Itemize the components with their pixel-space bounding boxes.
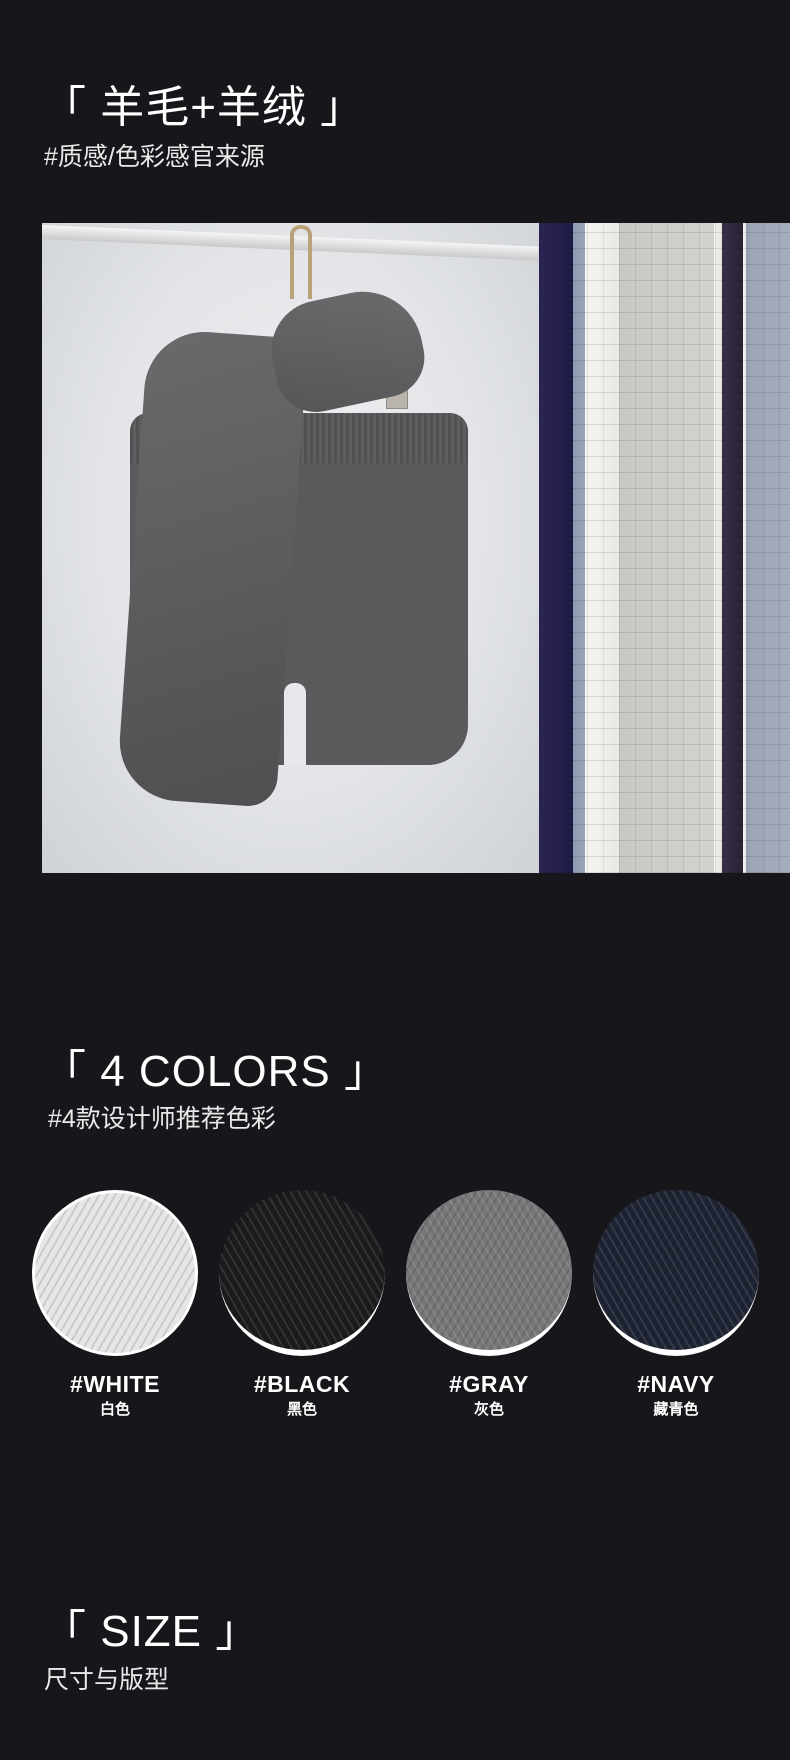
color-name-en: #NAVY — [637, 1371, 715, 1397]
section-subtitle-size: 尺寸与版型 — [44, 1666, 170, 1694]
shorts-leg-gap — [284, 683, 306, 765]
color-option-black[interactable]: #BLACK 黑色 — [217, 1190, 387, 1417]
color-option-gray[interactable]: #GRAY 灰色 — [404, 1190, 574, 1417]
swatch-black — [219, 1190, 385, 1356]
color-name-cn: 黑色 — [286, 1401, 317, 1418]
color-name-en: #BLACK — [253, 1371, 351, 1397]
section-title-colors: 「 4 COLORS 」 — [42, 1047, 389, 1096]
section-title-size: 「 SIZE 」 — [42, 1607, 261, 1656]
product-photo — [42, 223, 790, 873]
section-subtitle-colors: #4款设计师推荐色彩 — [48, 1105, 276, 1133]
hanger-hook — [290, 225, 312, 299]
color-option-navy[interactable]: #NAVY 藏青色 — [591, 1190, 761, 1417]
color-name-en: #WHITE — [70, 1371, 160, 1397]
swatch-white — [32, 1190, 198, 1356]
facade-tiles — [539, 223, 790, 873]
knit-scarf — [115, 327, 309, 809]
color-name-cn: 白色 — [99, 1401, 130, 1418]
color-name-en: #GRAY — [449, 1371, 529, 1397]
color-name-cn: 灰色 — [473, 1401, 504, 1418]
garment-photo — [42, 223, 539, 873]
section-title-material: 「 羊毛+羊绒 」 — [42, 83, 366, 132]
swatch-gray — [406, 1190, 572, 1356]
color-option-white[interactable]: #WHITE 白色 — [30, 1190, 200, 1417]
section-subtitle-material: #质感/色彩感官来源 — [44, 143, 265, 171]
color-name-cn: 藏青色 — [653, 1401, 699, 1418]
swatch-navy — [593, 1190, 759, 1356]
